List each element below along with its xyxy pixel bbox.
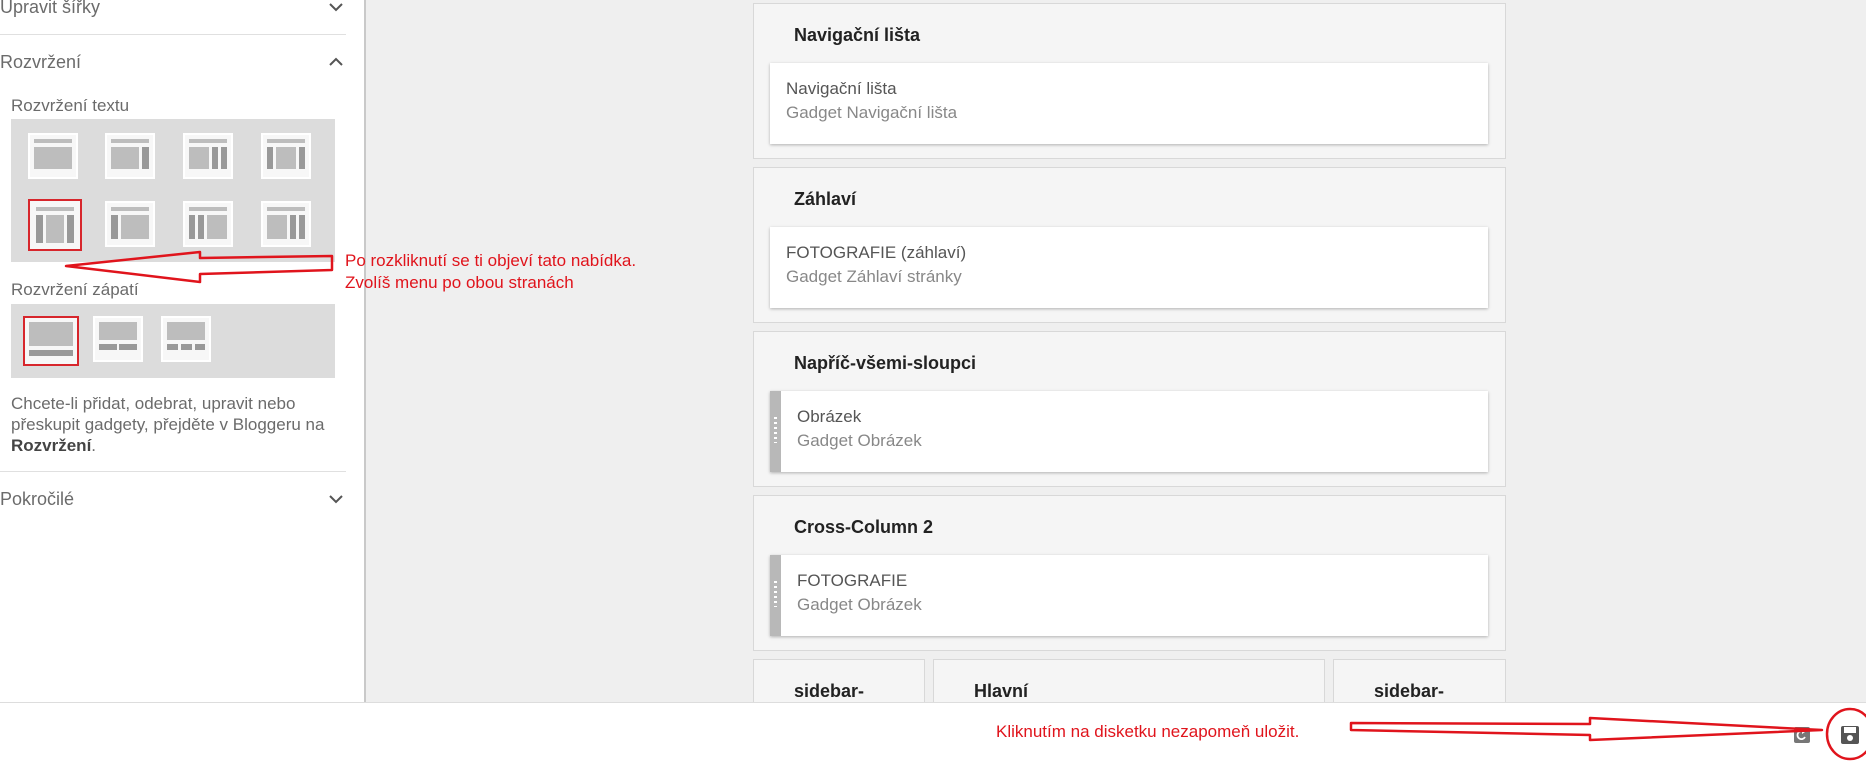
gadget-type: Gadget Obrázek <box>797 431 922 450</box>
gadget-type: Gadget Záhlaví stránky <box>786 267 962 286</box>
help-text-part: Chcete-li přidat, odebrat, upravit nebo … <box>11 394 325 434</box>
gadget-image[interactable]: Obrázek Gadget Obrázek <box>770 391 1488 472</box>
text-layout-option-6[interactable] <box>105 201 155 247</box>
layout-section-cross-column-2: Cross-Column 2 FOTOGRAFIE Gadget Obrázek <box>753 495 1506 651</box>
drag-handle[interactable] <box>770 391 781 472</box>
section-adjust-widths-label: Upravit šířky <box>0 0 101 17</box>
help-text: Chcete-li přidat, odebrat, upravit nebo … <box>11 393 331 456</box>
section-title: Napříč-všemi-sloupci <box>794 353 977 373</box>
annotation-menu-line2: Zvolíš menu po obou stranách <box>345 273 574 292</box>
section-title: sidebar- <box>794 681 865 701</box>
text-layout-option-7[interactable] <box>183 201 233 247</box>
footer-layout-options <box>11 304 335 378</box>
section-title: sidebar- <box>1374 681 1445 701</box>
gadget-navbar[interactable]: Navigační lišta Gadget Navigační lišta <box>770 63 1488 144</box>
chevron-down-icon[interactable] <box>326 0 346 17</box>
help-text-end: . <box>91 436 97 455</box>
section-title: Hlavní <box>974 681 1029 701</box>
theme-designer-sidebar: Upravit šířky Rozvržení Rozvržení textu <box>0 0 366 702</box>
layout-section-header: Záhlaví FOTOGRAFIE (záhlaví) Gadget Záhl… <box>753 167 1506 323</box>
text-layout-label: Rozvržení textu <box>11 96 130 115</box>
gadget-type: Gadget Obrázek <box>797 595 922 614</box>
text-layout-option-8[interactable] <box>261 201 311 247</box>
help-text-link[interactable]: Rozvržení <box>11 436 91 455</box>
divider <box>0 34 346 35</box>
layout-section-cross-column: Napříč-všemi-sloupci Obrázek Gadget Obrá… <box>753 331 1506 487</box>
text-layout-option-4[interactable] <box>261 133 311 179</box>
text-layout-option-5-selected[interactable] <box>28 199 82 251</box>
section-adjust-widths[interactable]: Upravit šířky <box>0 0 346 31</box>
section-advanced[interactable]: Pokročilé <box>0 475 346 523</box>
section-layout[interactable]: Rozvržení <box>0 38 346 86</box>
chevron-down-icon[interactable] <box>326 489 346 509</box>
annotation-save: Kliknutím na disketku nezapomeň uložit. <box>996 722 1300 741</box>
section-title: Cross-Column 2 <box>794 517 934 537</box>
footer-layout-option-1-selected[interactable] <box>23 316 79 366</box>
footer-layout-option-2[interactable] <box>93 316 143 362</box>
text-layout-option-2[interactable] <box>105 133 155 179</box>
footer-layout-label: Rozvržení zápatí <box>11 280 139 299</box>
gadget-name: FOTOGRAFIE <box>797 571 908 590</box>
section-advanced-label: Pokročilé <box>0 488 75 509</box>
gadget-photo[interactable]: FOTOGRAFIE Gadget Obrázek <box>770 555 1488 636</box>
gadget-type: Gadget Navigační lišta <box>786 103 958 122</box>
annotation-menu-line1: Po rozkliknutí se ti objeví tato nabídka… <box>345 251 637 270</box>
divider <box>0 471 346 472</box>
footer-layout-option-3[interactable] <box>161 316 211 362</box>
revert-icon[interactable] <box>1792 725 1812 745</box>
gadget-header[interactable]: FOTOGRAFIE (záhlaví) Gadget Záhlaví strá… <box>770 227 1488 308</box>
gadget-name: Obrázek <box>797 407 862 426</box>
text-layout-options <box>11 119 335 262</box>
chevron-up-icon[interactable] <box>326 52 346 72</box>
drag-handle[interactable] <box>770 555 781 636</box>
bottom-toolbar <box>0 702 1866 765</box>
layout-section-navbar: Navigační lišta Navigační lišta Gadget N… <box>753 3 1506 159</box>
text-layout-option-1[interactable] <box>28 133 78 179</box>
floppy-disk-icon[interactable] <box>1838 723 1862 747</box>
gadget-name: Navigační lišta <box>786 79 897 98</box>
section-title: Navigační lišta <box>794 25 921 45</box>
section-title: Záhlaví <box>794 189 857 209</box>
text-layout-option-3[interactable] <box>183 133 233 179</box>
annotation-menu: Po rozkliknutí se ti objeví tato nabídka… <box>345 250 636 294</box>
gadget-name: FOTOGRAFIE (záhlaví) <box>786 243 967 262</box>
section-layout-label: Rozvržení <box>0 51 82 72</box>
